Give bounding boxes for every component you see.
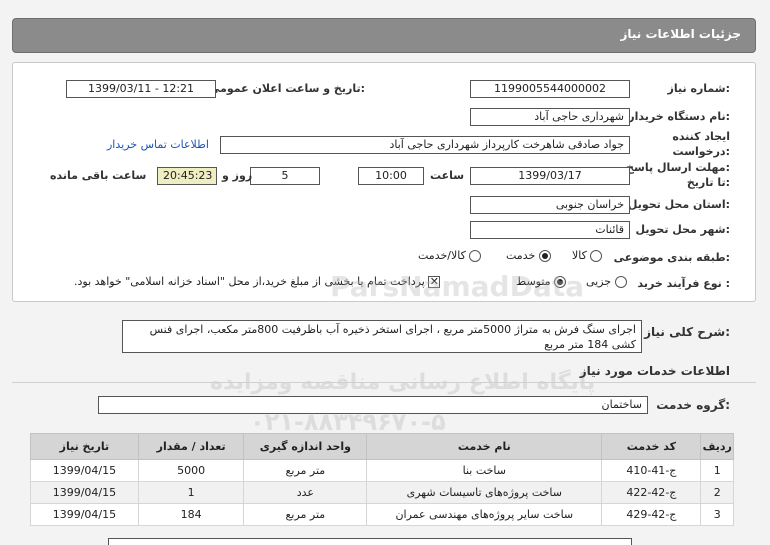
cell-service-name: ساخت سایر پروژه‌های مهندسی عمران [366,503,603,526]
table-row[interactable]: 3 ج-42-429 ساخت سایر پروژه‌های مهندسی عم… [30,503,734,526]
category-option-service[interactable]: خدمت [506,249,551,262]
cell-unit: عدد [243,481,368,504]
cell-service-name: ساخت بنا [366,459,603,482]
deadline-label-2: تا تاریخ: [686,176,730,189]
deadline-time-field[interactable]: 10:00 [358,167,424,185]
cell-unit: متر مربع [243,459,368,482]
next-field-partial [108,538,632,545]
remaining-time-field: 20:45:23 [157,167,217,185]
page-header: جزئیات اطلاعات نیاز [12,18,756,53]
cell-quantity: 5000 [137,459,245,482]
days-label: روز و [222,169,253,182]
category-service-radio[interactable] [538,250,551,262]
cell-quantity: 184 [137,503,245,526]
city-label: شهر محل تحویل: [635,223,730,236]
process-option-minor[interactable]: جزیی [586,275,627,288]
col-unit: واحد اندازه گیری [243,433,368,460]
deadline-label-1: مهلت ارسال پاسخ: [626,161,730,174]
cell-service-code: ج-41-410 [601,459,702,482]
cell-need-date: 1399/04/15 [30,481,139,504]
services-section-title: اطلاعات خدمات مورد نیاز [579,364,730,378]
need-number-field[interactable]: 1199005544000002 [470,80,630,98]
col-quantity: تعداد / مقدار [137,433,245,460]
col-need-date: تاریخ نیاز [30,433,139,460]
services-table-wrap: ردیف کد خدمت نام خدمت واحد اندازه گیری ت… [30,433,734,526]
category-option-service-label: خدمت [506,249,536,262]
col-service-code: کد خدمت [601,433,702,460]
category-label: طبقه بندی موضوعی: [613,251,730,264]
category-option-goods-label: کالا [572,249,587,262]
cell-need-date: 1399/04/15 [30,503,139,526]
announce-label: تاریخ و ساعت اعلان عمومی: [208,82,365,95]
table-header-row: ردیف کد خدمت نام خدمت واحد اندازه گیری ت… [30,433,734,460]
description-field[interactable]: اجرای سنگ فرش به متراژ 5000متر مربع ، اج… [122,320,642,353]
requester-label-1: ایجاد کننده [672,130,730,143]
need-number-label: شماره نیاز: [667,82,730,95]
cell-need-date: 1399/04/15 [30,459,139,482]
col-row-number: ردیف [700,433,734,460]
description-label: شرح کلی نیاز: [644,325,730,339]
process-minor-radio[interactable] [614,276,627,288]
deadline-date-field[interactable]: 1399/03/17 [470,167,630,185]
requester-label-2: درخواست: [672,145,730,158]
buyer-field[interactable]: شهرداری حاجی آباد [470,108,630,126]
cell-service-code: ج-42-422 [601,481,702,504]
buyer-label: نام دستگاه خریدار: [628,110,730,123]
province-field[interactable]: خراسان جنوبی [470,196,630,214]
table-row[interactable]: 2 ج-42-422 ساخت پروژه‌های تاسیسات شهری ع… [30,481,734,504]
service-group-label: گروه خدمت: [656,398,730,412]
city-field[interactable]: قائنات [470,221,630,239]
cell-row-number: 3 [700,503,734,526]
cell-row-number: 2 [700,481,734,504]
requester-field[interactable]: جواد صادقی شاهرخت کارپرداز شهرداری حاجی … [220,136,630,154]
cell-row-number: 1 [700,459,734,482]
page-title: جزئیات اطلاعات نیاز [620,27,741,41]
buyer-contact-link[interactable]: اطلاعات تماس خریدار [107,138,209,151]
remaining-time-label: ساعت باقی مانده [50,169,147,182]
section-divider [12,382,756,383]
category-option-goods[interactable]: کالا [572,249,603,262]
category-goods-service-radio[interactable] [469,250,482,262]
services-table: ردیف کد خدمت نام خدمت واحد اندازه گیری ت… [30,433,734,526]
category-option-goods-service-label: کالا/خدمت [418,249,466,262]
category-option-goods-service[interactable]: کالا/خدمت [418,249,482,262]
service-group-field[interactable]: ساختمان [98,396,648,414]
province-label: استان محل تحویل: [627,198,730,211]
cell-service-name: ساخت پروژه‌های تاسیسات شهری [366,481,603,504]
announce-field[interactable]: 1399/03/11 - 12:21 [66,80,216,98]
cell-quantity: 1 [137,481,245,504]
watermark-brand: ParsNamadData [330,270,584,303]
deadline-time-label: ساعت [430,169,465,182]
process-option-minor-label: جزیی [586,275,612,288]
cell-unit: متر مربع [243,503,368,526]
cell-service-code: ج-42-429 [601,503,702,526]
category-goods-radio[interactable] [590,250,603,262]
table-row[interactable]: 1 ج-41-410 ساخت بنا متر مربع 5000 1399/0… [30,459,734,482]
days-field[interactable]: 5 [250,167,320,185]
process-label: نوع فرآیند خرید : [637,277,730,290]
col-service-name: نام خدمت [366,433,603,460]
